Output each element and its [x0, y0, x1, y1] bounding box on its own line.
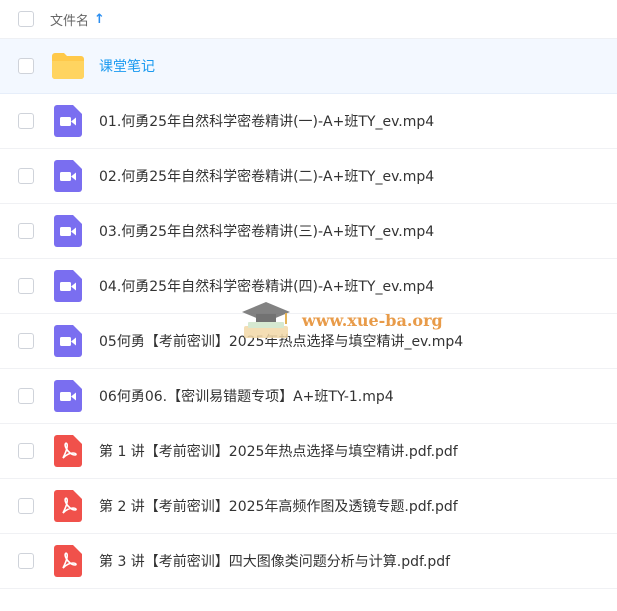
file-row[interactable]: 第 3 讲【考前密训】四大图像类问题分析与计算.pdf.pdf	[0, 534, 617, 589]
pdf-icon[interactable]	[51, 434, 85, 468]
column-title-filename[interactable]: 文件名	[50, 10, 89, 29]
video-icon[interactable]	[51, 159, 85, 193]
row-checkbox[interactable]	[18, 443, 34, 459]
video-icon[interactable]	[51, 324, 85, 358]
file-name[interactable]: 第 2 讲【考前密训】2025年高频作图及透镜专题.pdf.pdf	[99, 496, 458, 516]
video-icon[interactable]	[51, 379, 85, 413]
file-name[interactable]: 第 1 讲【考前密训】2025年热点选择与填空精讲.pdf.pdf	[99, 441, 458, 461]
file-row[interactable]: 06何勇06.【密训易错题专项】A+班TY-1.mp4	[0, 369, 617, 424]
file-name[interactable]: 02.何勇25年自然科学密卷精讲(二)-A+班TY_ev.mp4	[99, 166, 434, 186]
pdf-icon[interactable]	[51, 489, 85, 523]
folder-icon[interactable]	[51, 49, 85, 83]
file-name[interactable]: 01.何勇25年自然科学密卷精讲(一)-A+班TY_ev.mp4	[99, 111, 434, 131]
file-name[interactable]: 课堂笔记	[99, 56, 155, 76]
row-checkbox[interactable]	[18, 58, 34, 74]
file-row[interactable]: 课堂笔记	[0, 39, 617, 94]
file-row[interactable]: 03.何勇25年自然科学密卷精讲(三)-A+班TY_ev.mp4	[0, 204, 617, 259]
file-name[interactable]: 04.何勇25年自然科学密卷精讲(四)-A+班TY_ev.mp4	[99, 276, 434, 296]
row-checkbox[interactable]	[18, 168, 34, 184]
video-icon[interactable]	[51, 214, 85, 248]
arrow-up-icon[interactable]: ↑	[94, 12, 105, 27]
file-row[interactable]: 02.何勇25年自然科学密卷精讲(二)-A+班TY_ev.mp4	[0, 149, 617, 204]
file-name[interactable]: 03.何勇25年自然科学密卷精讲(三)-A+班TY_ev.mp4	[99, 221, 434, 241]
row-checkbox[interactable]	[18, 333, 34, 349]
file-row[interactable]: 第 2 讲【考前密训】2025年高频作图及透镜专题.pdf.pdf	[0, 479, 617, 534]
row-checkbox[interactable]	[18, 388, 34, 404]
row-checkbox[interactable]	[18, 498, 34, 514]
graduation-cap-icon	[242, 302, 290, 338]
select-all-checkbox[interactable]	[18, 11, 34, 27]
file-list-header: 文件名 ↑	[0, 0, 617, 39]
video-icon[interactable]	[51, 269, 85, 303]
row-checkbox[interactable]	[18, 113, 34, 129]
file-name[interactable]: 06何勇06.【密训易错题专项】A+班TY-1.mp4	[99, 386, 394, 406]
video-icon[interactable]	[51, 104, 85, 138]
row-checkbox[interactable]	[18, 553, 34, 569]
watermark: www.xue-ba.org	[238, 298, 443, 342]
file-row[interactable]: 第 1 讲【考前密训】2025年热点选择与填空精讲.pdf.pdf	[0, 424, 617, 479]
watermark-text: www.xue-ba.org	[302, 310, 443, 330]
row-checkbox[interactable]	[18, 223, 34, 239]
row-checkbox[interactable]	[18, 278, 34, 294]
pdf-icon[interactable]	[51, 544, 85, 578]
file-row[interactable]: 01.何勇25年自然科学密卷精讲(一)-A+班TY_ev.mp4	[0, 94, 617, 149]
file-name[interactable]: 第 3 讲【考前密训】四大图像类问题分析与计算.pdf.pdf	[99, 551, 450, 571]
